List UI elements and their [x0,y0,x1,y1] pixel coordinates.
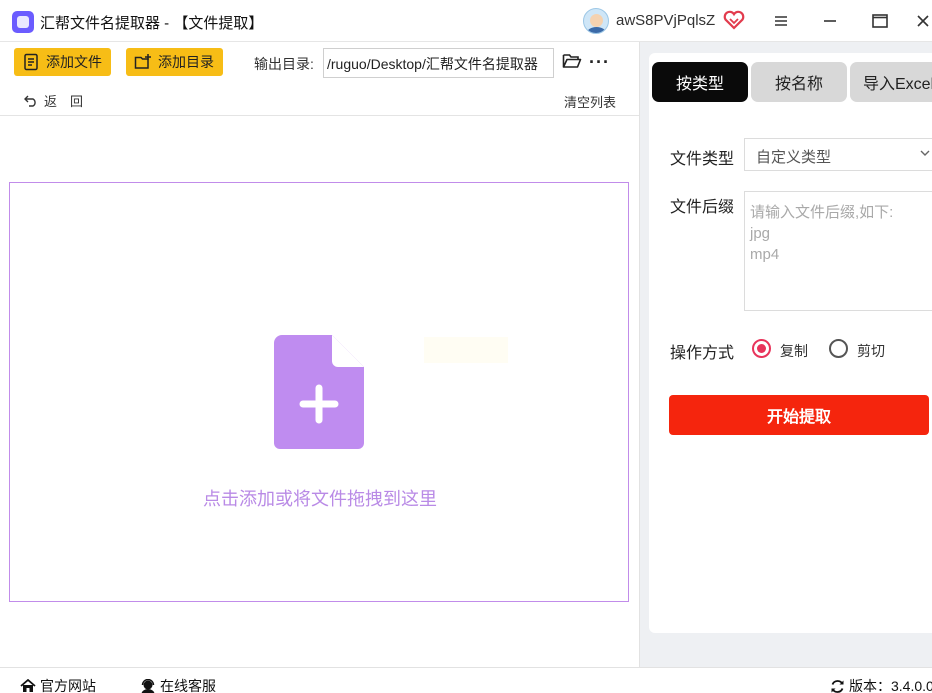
close-icon[interactable] [916,8,932,34]
cut-radio[interactable] [829,339,848,358]
file-type-select[interactable]: 自定义类型 [744,138,932,171]
add-directory-label: 添加目录 [158,54,214,70]
operation-label: 操作方式 [670,345,735,362]
clear-list-button[interactable]: 清空列表 [564,92,616,111]
output-dir-label: 输出目录: [254,56,314,72]
minimize-icon[interactable] [817,8,843,34]
maximize-icon[interactable] [867,8,893,34]
customer-service-icon [141,678,155,693]
vip-heart-icon[interactable] [723,10,745,30]
tab-by-type[interactable]: 按类型 [652,62,748,102]
drop-zone-highlight [424,337,508,363]
file-drop-zone[interactable]: 点击添加或将文件拖拽到这里 [9,182,629,602]
online-support-label: 在线客服 [160,678,216,693]
add-folder-icon [134,54,151,69]
version-label: 版本：3.4.0.0 [849,678,932,693]
add-file-plus-icon [274,335,364,449]
add-file-button[interactable]: 添加文件 [14,48,111,76]
window-title: 汇帮文件名提取器 - 【文件提取】 [40,15,264,32]
title-bar: 汇帮文件名提取器 - 【文件提取】 awS8PVjPqlsZ [0,0,932,42]
extension-input[interactable]: 请输入文件后缀,如下: jpg mp4 [744,191,932,311]
version-info[interactable]: 版本：3.4.0.0 [830,676,932,693]
back-label: 返 回 [44,94,84,109]
start-extract-button[interactable]: 开始提取 [669,395,929,435]
add-file-icon [24,53,38,71]
file-type-value: 自定义类型 [756,149,832,166]
drop-hint-text: 点击添加或将文件拖拽到这里 [203,489,437,509]
more-options-icon[interactable]: ··· [589,52,610,73]
online-support-link[interactable]: 在线客服 [140,676,216,693]
tab-import-excel[interactable]: 导入Excel [850,62,932,102]
home-icon [20,679,36,692]
refresh-icon [831,679,844,693]
official-website-label: 官方网站 [40,678,96,693]
app-logo-icon [12,11,34,33]
file-type-label: 文件类型 [670,151,735,168]
official-website-link[interactable]: 官方网站 [20,676,96,693]
chevron-down-icon [920,150,930,156]
toolbar-divider [0,115,639,116]
user-avatar[interactable] [583,8,609,34]
add-directory-button[interactable]: 添加目录 [126,48,223,76]
output-dir-field[interactable]: /ruguo/Desktop/汇帮文件名提取器 [323,48,554,78]
back-arrow-icon [24,95,36,107]
extension-label: 文件后缀 [670,199,735,216]
menu-icon[interactable] [768,8,794,34]
add-file-label: 添加文件 [46,54,102,70]
status-bar: 官方网站 在线客服 版本：3.4.0.0 [0,667,932,693]
copy-radio-label[interactable]: 复制 [780,341,808,361]
username[interactable]: awS8PVjPqlsZ [616,12,715,29]
tab-by-name[interactable]: 按名称 [751,62,847,102]
folder-open-icon[interactable] [562,52,582,70]
copy-radio[interactable] [752,339,771,358]
back-button[interactable]: 返 回 [24,91,83,110]
cut-radio-label[interactable]: 剪切 [857,341,885,361]
